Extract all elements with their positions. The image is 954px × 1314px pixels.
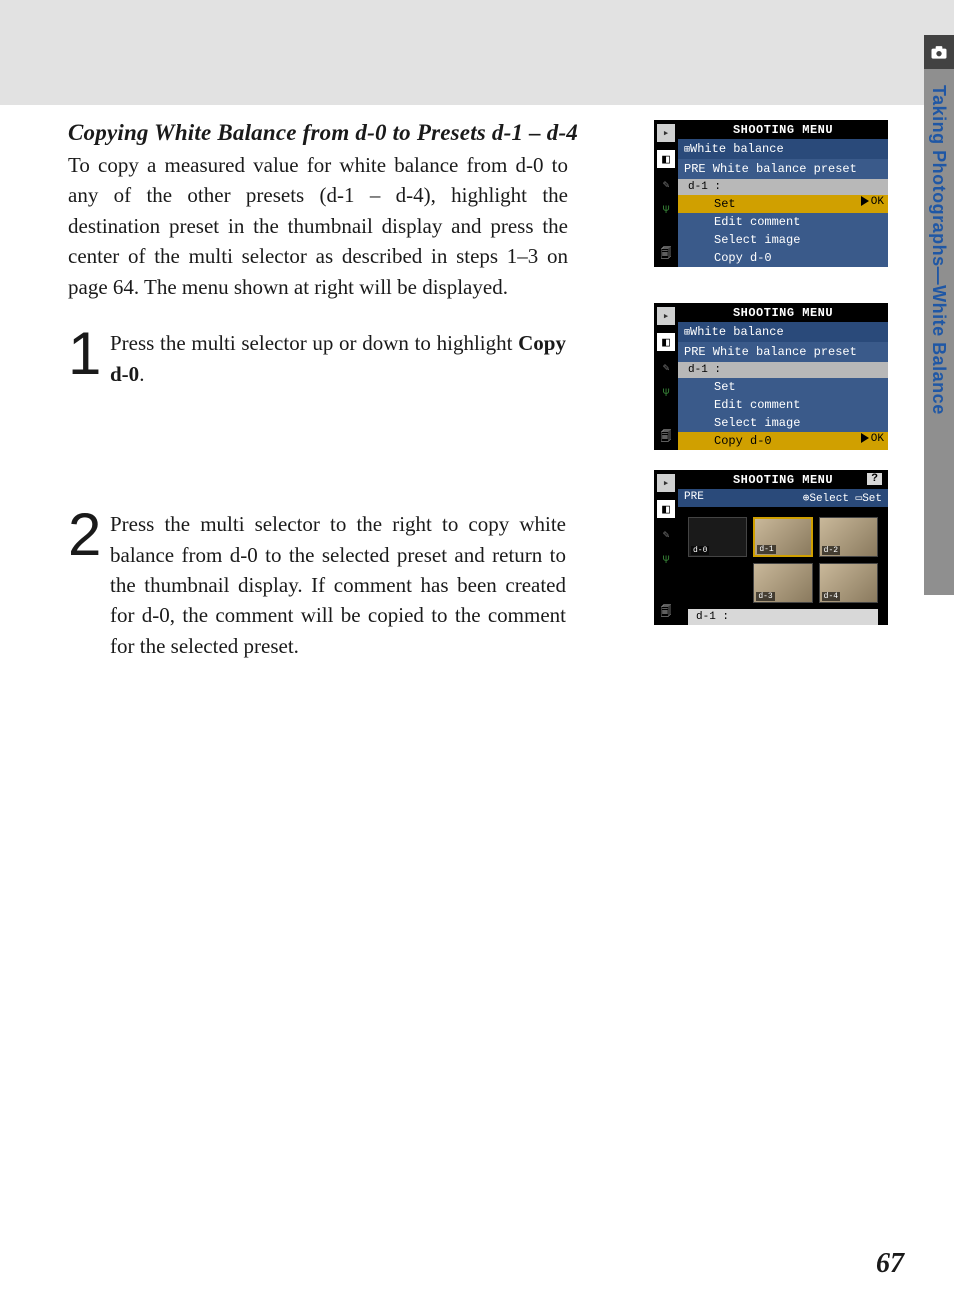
camera-icon: ◧ <box>657 150 675 168</box>
lcd-title: SHOOTING MENU <box>678 470 888 489</box>
thumb-d3[interactable]: d-3 <box>753 563 812 603</box>
lcd3-footer: d-1 : <box>688 609 878 625</box>
step-number: 1 <box>68 328 110 389</box>
thumb-label: d-4 <box>822 592 840 601</box>
step-2: 2 Press the multi selector to the right … <box>68 509 566 661</box>
lcd-breadcrumb-1: ⊞White balance <box>678 322 888 342</box>
lcd-h1-text: White balance <box>690 325 784 339</box>
step-pre: Press the multi selector up or down to h… <box>110 331 518 355</box>
menu-item-edit-comment[interactable]: Edit comment <box>678 396 888 414</box>
camera-icon: ◧ <box>657 333 675 351</box>
menu-item-select-image[interactable]: Select image <box>678 414 888 432</box>
lcd-breadcrumb-2: PRE White balance preset <box>678 342 888 362</box>
lcd3-header: PRE ⊕Select ▭Set <box>678 489 888 507</box>
pencil-icon: ✎ <box>657 359 675 377</box>
lcd-screenshot-3: ▸ ◧ ✎ Ψ 🗐 SHOOTING MENU ? PRE ⊕Select ▭S… <box>654 470 888 625</box>
select-hint: ⊕Select ▭Set <box>803 491 882 505</box>
play-icon: ▸ <box>657 307 675 325</box>
step-post: . <box>139 362 144 386</box>
play-icon: ▸ <box>657 474 675 492</box>
setup-icon: Ψ <box>657 202 675 220</box>
pencil-icon: ✎ <box>657 526 675 544</box>
recent-icon: 🗐 <box>657 428 675 446</box>
lcd-title: SHOOTING MENU <box>678 120 888 139</box>
menu-item-set[interactable]: Set <box>678 378 888 396</box>
thumb-d4[interactable]: d-4 <box>819 563 878 603</box>
setup-icon: Ψ <box>657 552 675 570</box>
pencil-icon: ✎ <box>657 176 675 194</box>
ok-indicator: OK <box>861 196 884 208</box>
camera-icon <box>929 42 949 62</box>
menu-item-select-image[interactable]: Select image <box>678 231 888 249</box>
side-tab-icon-box <box>924 35 954 69</box>
lcd-title: SHOOTING MENU <box>678 303 888 322</box>
play-icon: ▸ <box>657 124 675 142</box>
step-1: 1 Press the multi selector up or down to… <box>68 328 566 389</box>
lcd-slot: d-1 : <box>678 179 888 195</box>
step-text: Press the multi selector to the right to… <box>110 509 566 661</box>
menu-item-copy-d0[interactable]: Copy d-0 <box>678 249 888 267</box>
thumbnail-grid: d-0 d-1 d-2 d-3 d-4 d-1 : <box>678 507 888 625</box>
menu-item-edit-comment[interactable]: Edit comment <box>678 213 888 231</box>
pre-label: PRE <box>684 491 704 505</box>
thumb-d2[interactable]: d-2 <box>819 517 878 557</box>
step-pre: Press the multi selector to the right to… <box>110 512 566 658</box>
lcd-breadcrumb-2: PRE White balance preset <box>678 159 888 179</box>
lcd-breadcrumb-1: ⊞White balance <box>678 139 888 159</box>
lcd-screenshot-2: ▸ ◧ ✎ Ψ 🗐 SHOOTING MENU ⊞White balance P… <box>654 303 888 450</box>
recent-icon: 🗐 <box>657 245 675 263</box>
thumb-label: d-3 <box>756 592 774 601</box>
thumb-label: d-2 <box>822 546 840 555</box>
thumb-label: d-1 <box>757 545 775 554</box>
camera-icon: ◧ <box>657 500 675 518</box>
page-number: 67 <box>876 1248 904 1280</box>
recent-icon: 🗐 <box>657 603 675 621</box>
menu-item-set[interactable]: Set OK <box>678 195 888 213</box>
side-tab-label: Taking Photographs—White Balance <box>928 85 949 415</box>
thumb-d1[interactable]: d-1 <box>753 517 812 557</box>
side-tab: Taking Photographs—White Balance <box>919 35 954 595</box>
thumb-label: d-0 <box>691 546 709 555</box>
lcd-screenshot-1: ▸ ◧ ✎ Ψ 🗐 SHOOTING MENU ⊞White balance P… <box>654 120 888 267</box>
ok-indicator: OK <box>861 433 884 445</box>
menu-item-copy-d0[interactable]: Copy d-0 OK <box>678 432 888 450</box>
lcd-h1-text: White balance <box>690 142 784 156</box>
thumb-d0[interactable]: d-0 <box>688 517 747 557</box>
setup-icon: Ψ <box>657 385 675 403</box>
step-text: Press the multi selector up or down to h… <box>110 328 566 389</box>
step-number: 2 <box>68 509 110 661</box>
help-icon: ? <box>867 473 882 485</box>
intro-paragraph: To copy a measured value for white balan… <box>68 150 568 302</box>
menu-item-label: Copy d-0 <box>714 434 772 448</box>
menu-item-label: Set <box>714 197 736 211</box>
top-grey-band <box>0 0 954 105</box>
lcd-slot: d-1 : <box>678 362 888 378</box>
